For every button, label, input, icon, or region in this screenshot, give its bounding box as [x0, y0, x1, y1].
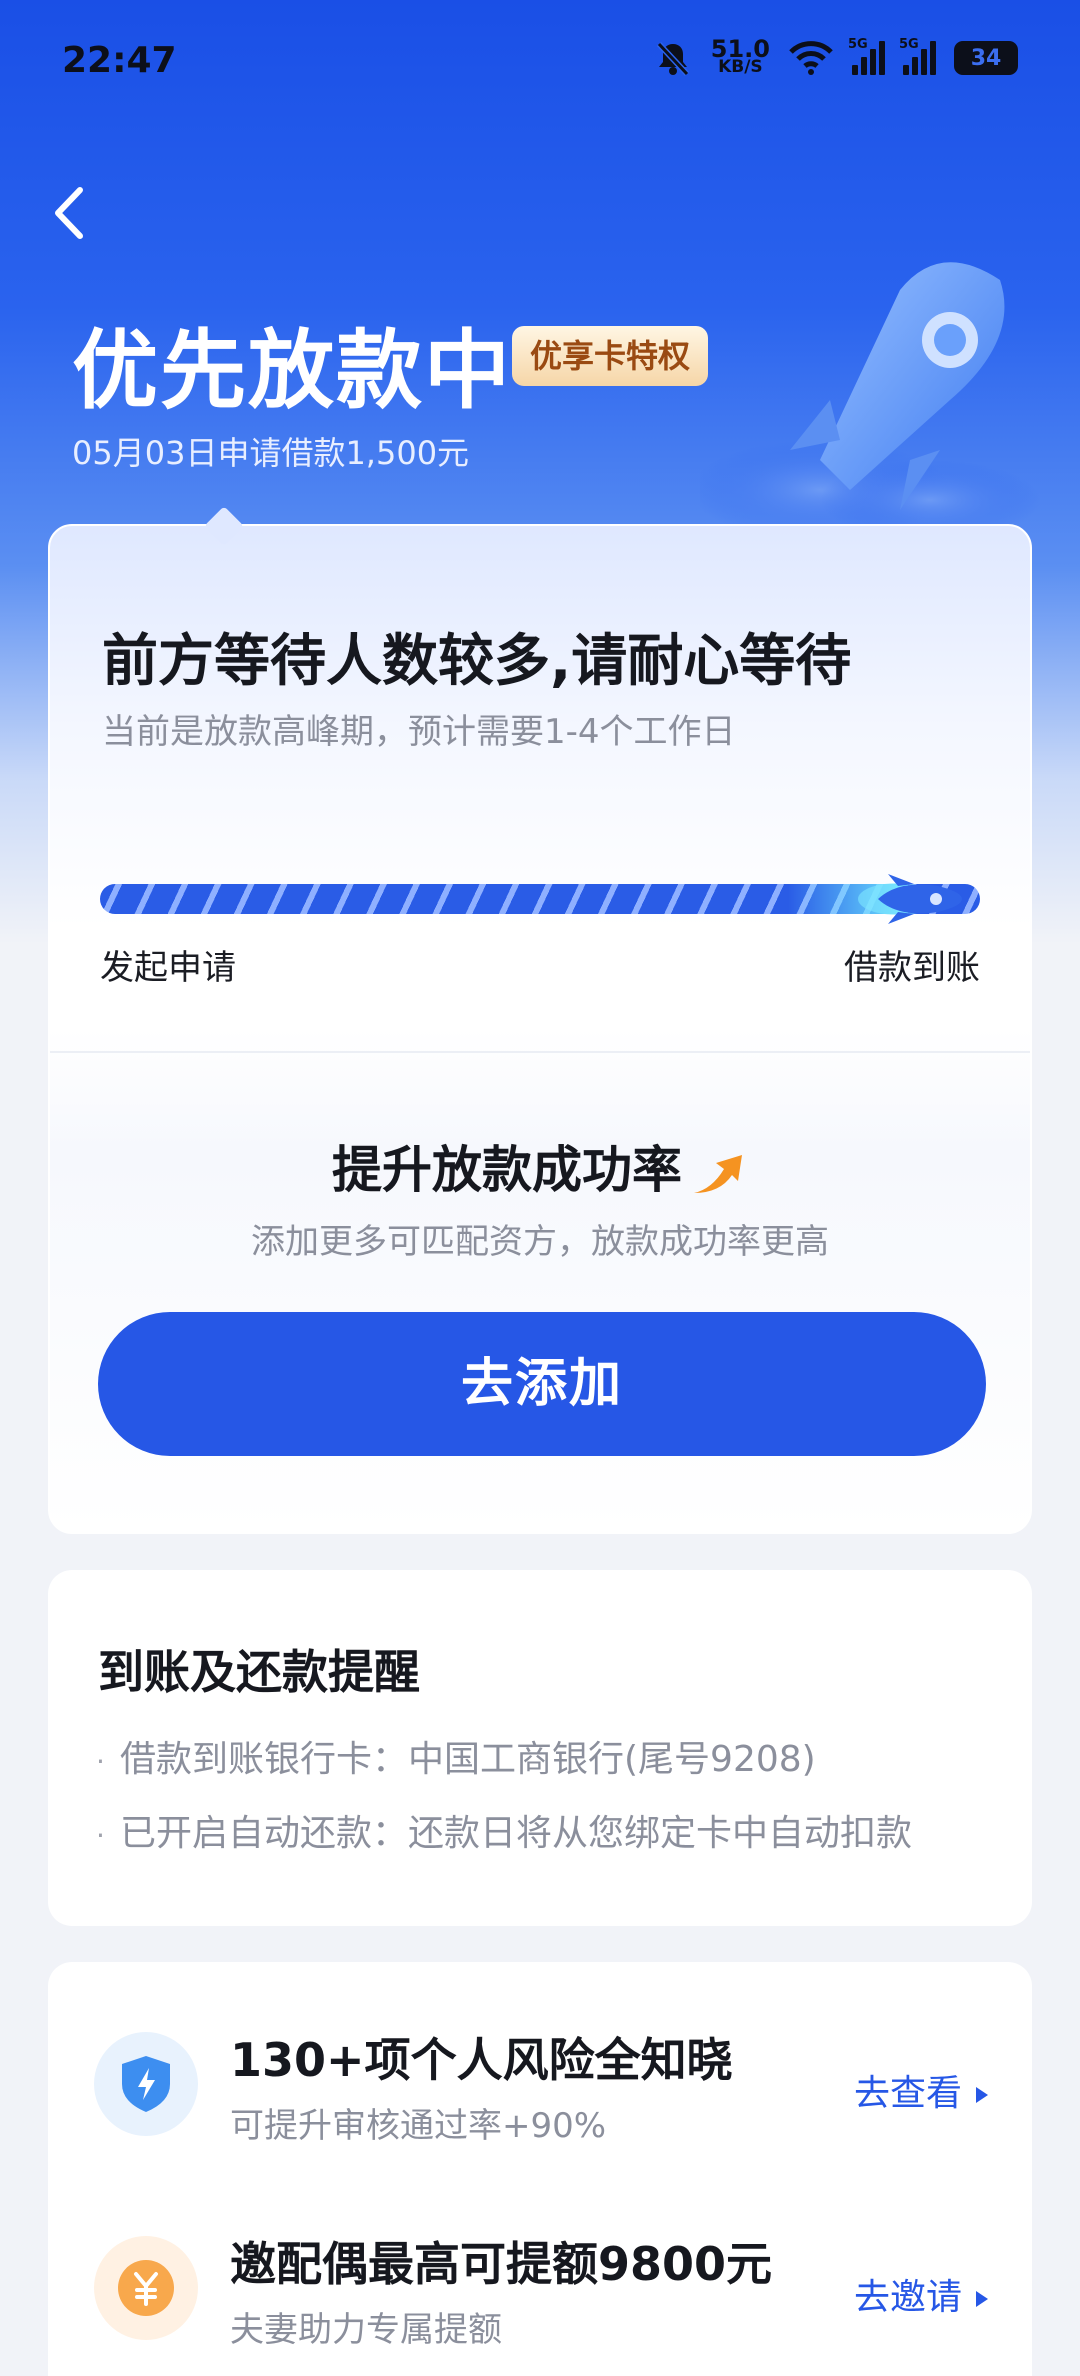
network-speed-value: 51.0 [710, 35, 770, 63]
service-spouse-invite[interactable]: 邀配偶最高可提额9800元 夫妻助力专属提额 去邀请 [48, 2220, 1032, 2370]
reminder-item: · 已开启自动还款：还款日将从您绑定卡中自动扣款 [96, 1804, 912, 1856]
bullet-dot: · [96, 1745, 105, 1778]
signal-1-label: 5G [848, 37, 868, 52]
reminder-item-text: 已开启自动还款：还款日将从您绑定卡中自动扣款 [120, 1813, 913, 1854]
wait-title: 前方等待人数较多,请耐心等待 [102, 629, 852, 694]
vip-card-badge[interactable]: 优享卡特权 [512, 326, 709, 386]
rocket-illustration [700, 262, 1040, 540]
boost-title: 提升放款成功率 [332, 1141, 682, 1199]
trend-up-arrow-icon [694, 1154, 742, 1193]
status-icons: 51.0 KB/S 5G 5G 34 [653, 35, 1018, 78]
yuan-coin-icon [94, 2236, 198, 2340]
progress-start-label: 发起申请 [100, 948, 236, 988]
page-title: 优先放款中 [72, 321, 512, 421]
service-title: 130+项个人风险全知晓 [230, 2033, 733, 2087]
shield-icon [94, 2032, 198, 2136]
service-title: 邀配偶最高可提额9800元 [230, 2237, 773, 2291]
card-divider [50, 1051, 1030, 1053]
view-link-label: 去查看 [853, 2073, 962, 2114]
bullet-dot: · [96, 1819, 105, 1852]
bell-muted-icon [656, 41, 689, 77]
status-bar: 22:47 51.0 KB/S 5G 5G 34 [0, 0, 1080, 130]
wait-subtitle: 当前是放款高峰期，预计需要1-4个工作日 [102, 712, 736, 752]
invite-link[interactable]: 去邀请 [854, 2268, 988, 2320]
status-time: 22:47 [62, 40, 177, 81]
reminder-card: 到账及还款提醒 · 借款到账银行卡：中国工商银行(尾号9208) · 已开启自动还款… [48, 1570, 1032, 1926]
signal-icon-1: 5G [848, 37, 885, 75]
battery-icon: 34 [954, 41, 1018, 75]
service-risk-report[interactable]: 130+项个人风险全知晓 可提升审核通过率+90% 去查看 [48, 2016, 1032, 2166]
reminder-title: 到账及还款提醒 [98, 1645, 420, 1699]
reminder-item: · 借款到账银行卡：中国工商银行(尾号9208) [96, 1730, 816, 1782]
play-arrow-icon [976, 2291, 988, 2307]
boost-subtitle: 添加更多可匹配资方，放款成功率更高 [251, 1222, 829, 1262]
application-summary: 05月03日申请借款1,500元 [72, 434, 470, 472]
signal-icon-2: 5G [899, 37, 936, 75]
reminder-item-text: 借款到账银行卡：中国工商银行(尾号9208) [120, 1739, 816, 1780]
progress-bar [100, 884, 980, 914]
progress-rocket-icon [858, 874, 963, 924]
network-speed: 51.0 KB/S [710, 35, 770, 77]
invite-link-label: 去邀请 [853, 2277, 962, 2318]
progress-end-label: 借款到账 [844, 948, 980, 988]
wifi-icon [789, 41, 833, 75]
loan-progress-card: 前方等待人数较多,请耐心等待 当前是放款高峰期，预计需要1-4个工作日 发起申请… [48, 506, 1032, 1534]
service-desc: 夫妻助力专属提额 [230, 2310, 502, 2350]
signal-2-label: 5G [899, 37, 919, 52]
battery-level: 34 [970, 45, 1002, 71]
play-arrow-icon [976, 2087, 988, 2103]
view-link[interactable]: 去查看 [854, 2064, 988, 2116]
network-speed-unit: KB/S [718, 57, 763, 77]
service-desc: 可提升审核通过率+90% [230, 2106, 607, 2146]
services-card: 130+项个人风险全知晓 可提升审核通过率+90% 去查看 邀配偶最高可提额98… [48, 1962, 1032, 2376]
back-arrow-icon[interactable] [48, 178, 92, 248]
boost-heading: 提升放款成功率 [50, 1130, 1030, 1202]
add-funder-button[interactable]: 去添加 [98, 1312, 986, 1456]
